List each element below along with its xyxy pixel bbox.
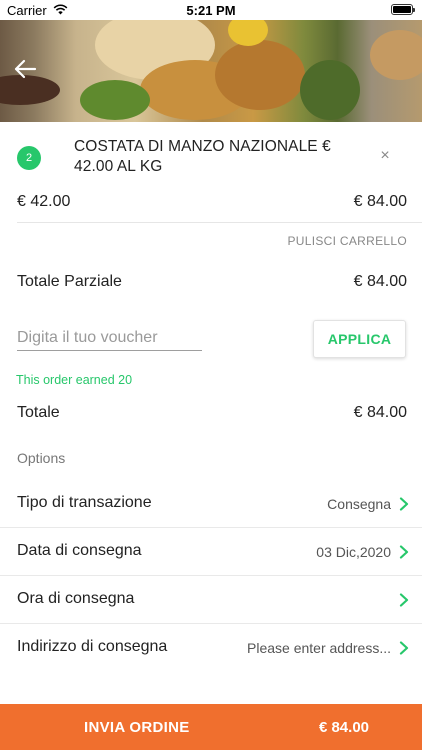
option-delivery-address[interactable]: Indirizzo di consegna Please enter addre… <box>0 624 422 672</box>
quantity-badge: 2 <box>17 146 41 170</box>
option-label: Data di consegna <box>17 542 142 559</box>
option-value: Consegna <box>327 496 391 512</box>
chevron-right-icon <box>399 497 409 511</box>
hero-food-shape <box>215 40 305 110</box>
option-delivery-date[interactable]: Data di consegna 03 Dic,2020 <box>0 528 422 576</box>
total-value: € 84.00 <box>353 404 407 421</box>
send-order-label: INVIA ORDINE <box>84 719 190 736</box>
remove-item-button[interactable]: × <box>376 147 394 165</box>
order-total: € 84.00 <box>318 719 369 736</box>
option-label: Indirizzo di consegna <box>17 638 168 655</box>
item-name: COSTATA DI MANZO NAZIONALE € 42.00 AL KG <box>74 138 331 175</box>
item-price-row: € 42.00 € 84.00 <box>0 188 422 222</box>
option-label: Ora di consegna <box>17 590 135 607</box>
back-button[interactable] <box>12 58 38 80</box>
chevron-right-icon <box>399 545 409 559</box>
option-value: Please enter address... <box>247 640 391 656</box>
option-value: 03 Dic,2020 <box>316 544 391 560</box>
chevron-right-icon <box>399 641 409 655</box>
voucher-input[interactable] <box>17 326 202 351</box>
item-line-total: € 84.00 <box>353 193 407 210</box>
hero-food-shape <box>370 30 422 80</box>
subtotal-label: Totale Parziale <box>17 273 122 290</box>
chevron-right-icon <box>399 593 409 607</box>
options-heading: Options <box>17 450 66 466</box>
subtotal-value: € 84.00 <box>353 273 407 290</box>
item-unit-price: € 42.00 <box>17 193 71 210</box>
arrow-left-icon <box>14 59 37 79</box>
status-bar: Carrier 5:21 PM <box>0 0 422 20</box>
send-order-button[interactable]: INVIA ORDINE € 84.00 <box>0 704 422 750</box>
hero-food-shape <box>80 80 150 120</box>
cart-item: 2 COSTATA DI MANZO NAZIONALE € 42.00 AL … <box>0 122 422 188</box>
hero-food-shape <box>300 60 360 120</box>
divider <box>17 222 422 223</box>
option-delivery-time[interactable]: Ora di consegna <box>0 576 422 624</box>
product-hero-image <box>0 20 422 122</box>
apply-voucher-button[interactable]: APPLICA <box>313 320 406 358</box>
battery-icon <box>391 4 415 15</box>
earned-points-text: This order earned 20 <box>16 373 133 387</box>
option-label: Tipo di transazione <box>17 494 152 511</box>
close-icon: × <box>380 147 390 164</box>
total-label: Totale <box>17 404 60 421</box>
clear-cart-button[interactable]: PULISCI CARRELLO <box>287 234 407 248</box>
option-transaction-type[interactable]: Tipo di transazione Consegna <box>0 480 422 528</box>
status-time: 5:21 PM <box>186 3 236 18</box>
